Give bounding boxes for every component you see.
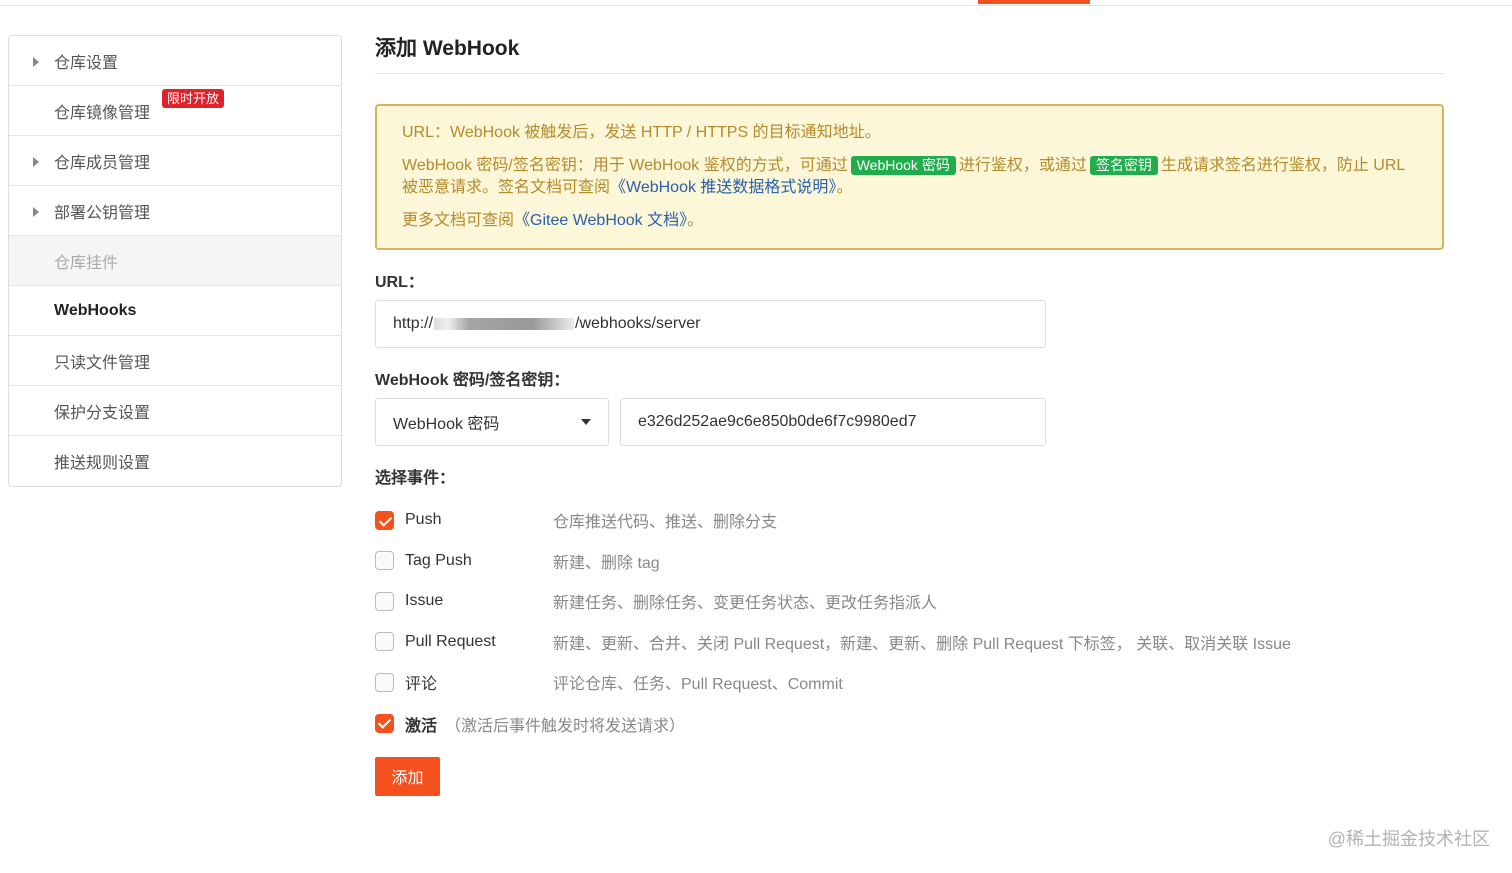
url-label: URL： [375,274,424,291]
caret-right-icon [33,157,39,167]
secret-row: WebHook 密码 e326d252ae9c6e850b0de6f7c9980… [375,398,1444,446]
event-name: Tag Push [405,551,472,569]
notice-text: 进行鉴权，或通过 [958,157,1087,174]
webhook-password-tag: WebHook 密码 [850,156,956,175]
pull-request-checkbox[interactable] [375,632,394,652]
comment-checkbox[interactable] [375,672,394,692]
event-name: Push [405,511,442,529]
sidebar-item-repo-members[interactable]: 仓库成员管理 [9,136,341,186]
active-tab-indicator [978,0,1090,4]
sidebar-item-webhooks[interactable]: WebHooks [9,286,341,336]
notice-text: 更多文档可查阅 [402,212,515,229]
event-name: Pull Request [405,632,496,650]
sidebar-item-readonly-files[interactable]: 只读文件管理 [9,336,341,386]
notice-text: 。 [687,212,704,229]
notice-text: 。 [836,179,853,196]
notice-text: URL：WebHook 被触发后，发送 HTTP / HTTPS 的目标通知地址… [402,124,881,141]
info-notice: URL：WebHook 被触发后，发送 HTTP / HTTPS 的目标通知地址… [375,104,1444,250]
event-list: Push 仓库推送代码、推送、删除分支 Tag Push 新建、删除 tag I… [375,500,1444,703]
secret-type-value: WebHook 密码 [393,416,500,433]
event-desc: 新建、删除 tag [553,554,660,572]
sidebar-item-deploy-keys[interactable]: 部署公钥管理 [9,186,341,236]
event-name: 评论 [405,676,438,694]
activate-label: 激活 [405,717,438,735]
url-input[interactable]: http:// /webhooks/server [375,300,1046,348]
add-button[interactable]: 添加 [375,756,440,796]
sidebar-item-repo-settings[interactable]: 仓库设置 [9,36,341,86]
sidebar-item-protected-branches[interactable]: 保护分支设置 [9,386,341,436]
redacted-host [434,318,575,330]
watermark: @稀土掘金技术社区 [1327,829,1490,849]
sidebar-item-repo-mirror[interactable]: 仓库镜像管理 限时开放 [9,86,341,136]
secret-label: WebHook 密码/签名密钥： [375,372,570,389]
sidebar-item-label: 保护分支设置 [54,404,151,422]
url-prefix: http:// [393,315,434,332]
event-pull-request: Pull Request 新建、更新、合并、关闭 Pull Request，新建… [375,622,1444,663]
sidebar-item-label: 推送规则设置 [54,455,151,472]
caret-down-icon [581,419,591,425]
event-desc: 评论仓库、任务、Pull Request、Commit [553,676,843,694]
top-border [0,0,1512,6]
push-checkbox[interactable] [375,510,394,530]
event-push: Push 仓库推送代码、推送、删除分支 [375,500,1444,541]
activate-row: 激活 （激活后事件触发时将发送请求） [375,712,1444,736]
notice-text: WebHook 密码/签名密钥：用于 WebHook 鉴权的方式，可通过 [402,157,848,174]
limited-open-badge: 限时开放 [162,89,225,108]
sidebar-item-label: WebHooks [54,301,137,319]
event-desc: 仓库推送代码、推送、删除分支 [553,514,778,532]
caret-right-icon [33,207,39,217]
sidebar-item-repo-widgets[interactable]: 仓库挂件 [9,236,341,286]
notice-url-line: URL：WebHook 被触发后，发送 HTTP / HTTPS 的目标通知地址… [402,122,1418,144]
event-comment: 评论 评论仓库、任务、Pull Request、Commit [375,662,1444,703]
notice-secret-line: WebHook 密码/签名密钥：用于 WebHook 鉴权的方式，可通过 WebH… [402,155,1418,199]
sidebar-item-label: 部署公钥管理 [54,204,151,222]
secret-input[interactable]: e326d252ae9c6e850b0de6f7c9980ed7 [620,398,1046,446]
activate-hint: （激活后事件触发时将发送请求） [445,717,686,735]
event-desc: 新建任务、删除任务、变更任务状态、更改任务指派人 [553,595,938,613]
event-tag-push: Tag Push 新建、删除 tag [375,541,1444,582]
activate-checkbox[interactable] [375,714,394,733]
notice-docs-line: 更多文档可查阅《Gitee WebHook 文档》。 [402,210,1418,232]
main-content: 添加 WebHook URL：WebHook 被触发后，发送 HTTP / HT… [375,34,1444,796]
url-suffix: /webhooks/server [575,315,701,332]
sidebar-item-label: 仓库挂件 [54,254,119,272]
page-title: 添加 WebHook [375,34,1444,74]
tag-push-checkbox[interactable] [375,551,394,571]
secret-value: e326d252ae9c6e850b0de6f7c9980ed7 [638,413,917,430]
event-issue: Issue 新建任务、删除任务、变更任务状态、更改任务指派人 [375,581,1444,622]
events-label: 选择事件： [375,470,456,487]
sidebar-item-label: 只读文件管理 [54,354,151,372]
sidebar-item-label: 仓库成员管理 [54,154,151,172]
sidebar-item-push-rules[interactable]: 推送规则设置 [9,436,341,486]
caret-right-icon [33,57,39,67]
sidebar-item-label: 仓库设置 [54,54,119,72]
format-doc-link[interactable]: 《WebHook 推送数据格式说明》 [610,179,836,196]
sidebar-item-label: 仓库镜像管理 [54,104,151,122]
event-name: Issue [405,592,444,610]
event-desc: 新建、更新、合并、关闭 Pull Request，新建、更新、删除 Pull R… [553,635,1291,653]
issue-checkbox[interactable] [375,591,394,611]
settings-sidebar: 仓库设置 仓库镜像管理 限时开放 仓库成员管理 部署公钥管理 仓库挂件 WebH… [8,35,342,487]
gitee-webhook-doc-link[interactable]: 《Gitee WebHook 文档》 [514,212,687,229]
signing-key-tag: 签名密钥 [1089,156,1158,175]
secret-type-select[interactable]: WebHook 密码 [375,398,609,446]
